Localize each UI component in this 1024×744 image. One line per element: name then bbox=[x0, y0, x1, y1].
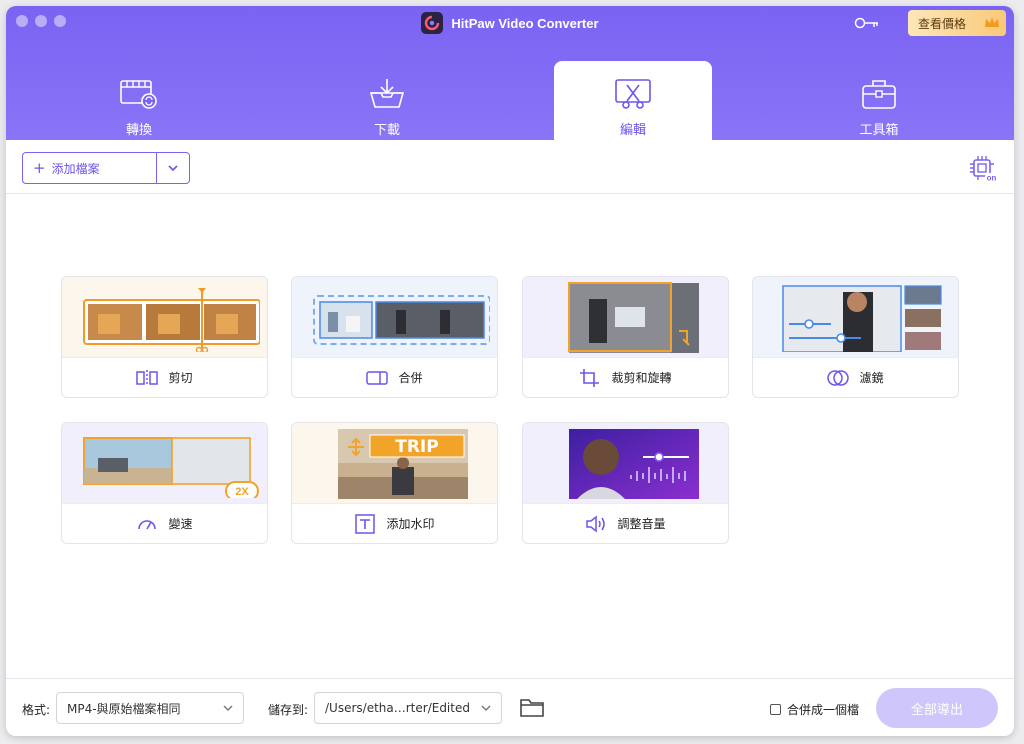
tab-convert-label: 轉換 bbox=[125, 123, 152, 138]
merge-one-file-option[interactable]: 合併成一個檔 bbox=[770, 701, 859, 718]
header: HitPaw Video Converter 查看價格 轉換 下載 編輯 工具箱 bbox=[6, 6, 1014, 140]
save-path-select[interactable]: /Users/etha…rter/Edited bbox=[314, 692, 502, 724]
app-window: HitPaw Video Converter 查看價格 轉換 下載 編輯 工具箱… bbox=[6, 6, 1014, 736]
crop-label-row: 裁剪和旋轉 bbox=[523, 357, 728, 397]
export-all-button[interactable]: 全部導出 bbox=[876, 688, 998, 728]
watermark-label: 添加水印 bbox=[386, 517, 435, 531]
crop-icon bbox=[580, 368, 600, 387]
edit-icon bbox=[615, 79, 651, 109]
add-file-main[interactable]: + 添加檔案 bbox=[23, 153, 157, 183]
download-icon bbox=[369, 79, 405, 108]
chevron-down-icon bbox=[481, 705, 491, 711]
hardware-acceleration-icon[interactable]: on bbox=[968, 154, 998, 184]
merge-label: 合併 bbox=[398, 371, 423, 385]
chevron-down-icon bbox=[223, 705, 233, 711]
watermark-label-row: 添加水印 bbox=[292, 503, 497, 543]
watermark-icon bbox=[355, 513, 376, 534]
crop-label: 裁剪和旋轉 bbox=[611, 371, 672, 385]
convert-icon bbox=[120, 80, 157, 109]
tab-edit-label: 編輯 bbox=[619, 123, 646, 138]
add-file-button[interactable]: + 添加檔案 bbox=[22, 152, 190, 184]
cut-thumbnail bbox=[62, 277, 267, 357]
key-icon[interactable] bbox=[854, 16, 880, 30]
save-path-value: /Users/etha…rter/Edited bbox=[325, 701, 470, 715]
merge-label-row: 合併 bbox=[292, 357, 497, 397]
tab-toolbox[interactable]: 工具箱 bbox=[800, 61, 958, 140]
tab-toolbox-label: 工具箱 bbox=[859, 123, 899, 138]
filter-label-row: 濾鏡 bbox=[753, 357, 958, 397]
view-price-button[interactable]: 查看價格 bbox=[908, 10, 1006, 36]
app-logo-icon bbox=[421, 12, 444, 34]
volume-thumbnail bbox=[523, 423, 728, 503]
save-to-label: 儲存到: bbox=[268, 703, 309, 717]
toolbox-icon bbox=[862, 80, 896, 109]
cut-icon bbox=[136, 369, 159, 386]
tab-download[interactable]: 下載 bbox=[308, 61, 466, 140]
volume-label: 調整音量 bbox=[617, 517, 666, 531]
folder-icon[interactable] bbox=[520, 697, 544, 717]
chevron-down-icon bbox=[168, 165, 178, 172]
format-select[interactable]: MP4-與原始檔案相同 bbox=[56, 692, 244, 724]
export-all-label: 全部導出 bbox=[910, 702, 963, 718]
tool-card-filter[interactable]: 濾鏡 bbox=[752, 276, 959, 398]
speed-thumbnail: 2X bbox=[62, 423, 267, 503]
svg-text:on: on bbox=[987, 174, 997, 183]
crop-thumbnail bbox=[523, 277, 728, 357]
filter-thumbnail bbox=[753, 277, 958, 357]
tab-convert[interactable]: 轉換 bbox=[60, 61, 218, 140]
tab-download-label: 下載 bbox=[373, 123, 400, 138]
plus-icon: + bbox=[33, 158, 46, 177]
speed-label: 變速 bbox=[168, 517, 193, 531]
merge-option-label: 合併成一個檔 bbox=[787, 703, 860, 717]
merge-thumbnail bbox=[292, 277, 497, 357]
tool-card-crop-rotate[interactable]: 裁剪和旋轉 bbox=[522, 276, 729, 398]
volume-icon bbox=[586, 514, 606, 533]
add-file-label: 添加檔案 bbox=[51, 161, 100, 176]
format-value: MP4-與原始檔案相同 bbox=[67, 701, 181, 716]
add-file-dropdown[interactable] bbox=[157, 153, 189, 183]
volume-label-row: 調整音量 bbox=[523, 503, 728, 543]
format-label: 格式: bbox=[22, 703, 51, 717]
tool-card-speed[interactable]: 2X 變速 bbox=[61, 422, 268, 544]
speed-label-row: 變速 bbox=[62, 503, 267, 543]
speed-icon bbox=[138, 519, 157, 529]
cut-label-row: 剪切 bbox=[62, 357, 267, 397]
filter-label: 濾鏡 bbox=[859, 371, 884, 385]
main-tabs: 轉換 下載 編輯 工具箱 bbox=[6, 61, 1014, 140]
watermark-thumbnail: TRIP bbox=[292, 423, 497, 503]
merge-icon bbox=[366, 370, 389, 385]
filter-icon bbox=[827, 369, 850, 386]
speed-badge: 2X bbox=[235, 486, 249, 498]
merge-checkbox[interactable] bbox=[770, 704, 781, 715]
toolbar: + 添加檔案 on bbox=[6, 140, 1014, 194]
cut-label: 剪切 bbox=[168, 371, 193, 385]
watermark-thumb-text: TRIP bbox=[395, 437, 438, 457]
view-price-label: 查看價格 bbox=[918, 16, 967, 31]
tool-card-volume[interactable]: 調整音量 bbox=[522, 422, 729, 544]
tool-card-cut[interactable]: 剪切 bbox=[61, 276, 268, 398]
tool-card-merge[interactable]: 合併 bbox=[291, 276, 498, 398]
tab-edit[interactable]: 編輯 bbox=[554, 61, 712, 140]
footer-bar: 格式: MP4-與原始檔案相同 儲存到: /Users/etha…rter/Ed… bbox=[6, 678, 1014, 736]
app-title: HitPaw Video Converter bbox=[451, 15, 599, 31]
tool-card-watermark[interactable]: TRIP 添加水印 bbox=[291, 422, 498, 544]
crown-icon bbox=[985, 17, 999, 27]
